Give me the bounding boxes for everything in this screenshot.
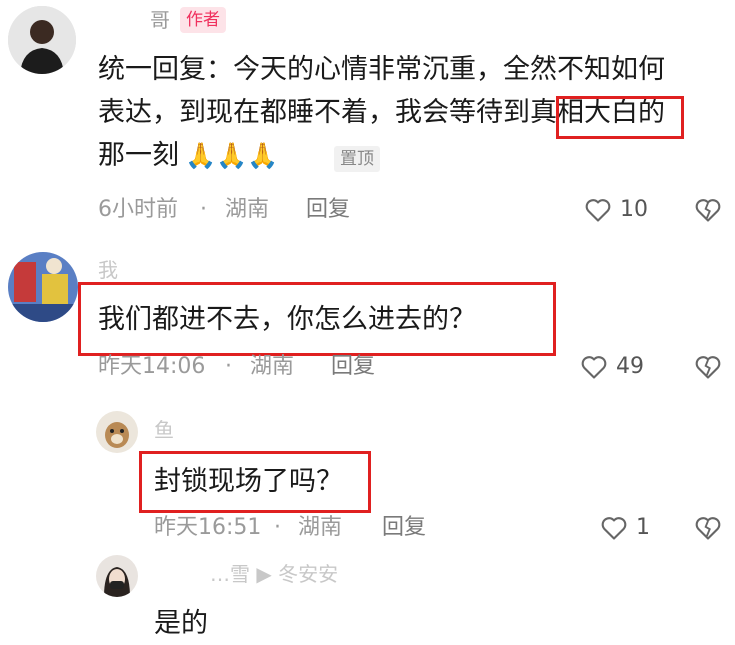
reply-button[interactable]: 回复 xyxy=(306,195,350,225)
pinned-badge: 置顶 xyxy=(334,146,380,172)
like-count: 10 xyxy=(620,197,648,222)
commenter-name[interactable]: 鱼 xyxy=(154,418,174,442)
meta-separator: · xyxy=(200,197,207,222)
heart-icon xyxy=(600,514,628,542)
comment-text: 封锁现场了吗？ xyxy=(154,466,343,497)
pray-emoji: 🙏🙏🙏 xyxy=(185,141,279,170)
commenter-name[interactable]: 哥 xyxy=(150,8,170,32)
avatar[interactable] xyxy=(8,6,76,74)
commenter-name[interactable]: 我 xyxy=(98,258,118,282)
reply-button[interactable]: 回复 xyxy=(382,513,426,543)
comment-time: 昨天16:51 xyxy=(154,515,262,540)
meta-separator: · xyxy=(225,354,232,379)
heart-icon xyxy=(584,196,612,224)
like-button[interactable]: 1 xyxy=(600,514,660,544)
comment-text: 我们都进不去，你怎么进去的？ xyxy=(98,304,476,335)
like-count: 49 xyxy=(616,354,644,379)
commenter-name[interactable]: …雪 ▶ 冬安安 xyxy=(210,562,338,586)
comment-text-fragment: 那一刻 xyxy=(98,140,179,171)
dislike-icon[interactable] xyxy=(694,353,722,381)
author-badge: 作者 xyxy=(180,7,226,33)
comment-time: 6小时前 xyxy=(98,197,178,222)
comment-location: 湖南 xyxy=(225,197,270,222)
like-button[interactable]: 10 xyxy=(584,196,654,226)
avatar[interactable] xyxy=(96,411,138,453)
comment-text-line: 那一刻 🙏🙏🙏 xyxy=(98,134,728,177)
comment-text-line: 统一回复：今天的心情非常沉重，全然不知如何 xyxy=(98,54,665,85)
comment-time: 昨天14:06 xyxy=(98,354,206,379)
dislike-icon[interactable] xyxy=(694,196,722,224)
comment-text: 是的 xyxy=(154,608,208,639)
avatar[interactable] xyxy=(8,252,78,322)
comment-location: 湖南 xyxy=(298,515,343,540)
avatar[interactable] xyxy=(96,555,138,597)
comment-location: 湖南 xyxy=(250,354,295,379)
like-count: 1 xyxy=(636,515,650,540)
like-button[interactable]: 49 xyxy=(580,353,650,383)
dislike-icon[interactable] xyxy=(694,514,722,542)
meta-separator: · xyxy=(274,515,281,540)
comment-text-fragment: 表达，到现在都睡不着，我会等待到 xyxy=(98,97,530,128)
reply-button[interactable]: 回复 xyxy=(331,352,375,382)
highlight-box xyxy=(556,96,684,139)
heart-icon xyxy=(580,353,608,381)
